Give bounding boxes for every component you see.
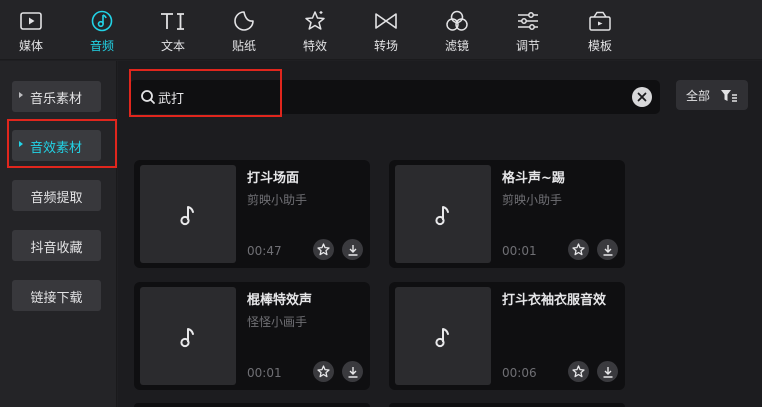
audio-icon — [89, 10, 115, 32]
music-note-icon — [433, 205, 453, 227]
sound-duration: 00:01 — [247, 366, 282, 380]
sidebar-item-label: 链接下载 — [30, 291, 83, 306]
tab-sticker-label: 贴纸 — [231, 39, 256, 53]
sidebar-item-label: 抖音收藏 — [30, 241, 83, 256]
sound-thumbnail — [395, 165, 491, 263]
sound-card[interactable]: 棍棒特效声 怪怪小画手 00:01 — [134, 282, 370, 390]
sound-card-partial — [134, 403, 370, 407]
tab-media-label: 媒体 — [18, 39, 43, 53]
sound-duration: 00:06 — [502, 366, 537, 380]
clear-search-icon[interactable] — [632, 87, 652, 107]
music-note-icon — [178, 327, 198, 349]
expand-triangle-icon — [19, 92, 23, 98]
tab-adjust[interactable]: 调节 — [497, 0, 559, 60]
sound-card[interactable]: 打斗场面 剪映小助手 00:47 — [134, 160, 370, 268]
text-icon — [160, 10, 186, 32]
filter-label: 全部 — [686, 89, 711, 103]
favorite-star-icon[interactable] — [568, 361, 589, 382]
music-note-icon — [178, 205, 198, 227]
tab-filter-label: 滤镜 — [444, 39, 469, 53]
sound-thumbnail — [395, 287, 491, 385]
download-icon[interactable] — [342, 239, 363, 260]
tab-text[interactable]: 文本 — [142, 0, 204, 60]
sticker-icon — [231, 10, 257, 32]
sidebar-item-sound-effects[interactable]: 音效素材 — [12, 130, 101, 161]
search-input[interactable] — [158, 86, 628, 108]
sidebar-item-link-download[interactable]: 链接下载 — [12, 280, 101, 311]
tab-template-label: 模板 — [587, 39, 612, 53]
sidebar-item-douyin-favorites[interactable]: 抖音收藏 — [12, 230, 101, 261]
sound-card[interactable]: 格斗声~踢 剪映小助手 00:01 — [389, 160, 625, 268]
filter-dropdown[interactable]: 全部 — [676, 80, 748, 110]
favorite-star-icon[interactable] — [313, 239, 334, 260]
sidebar-item-label: 音乐素材 — [30, 92, 83, 107]
tab-media[interactable]: 媒体 — [0, 0, 62, 60]
sound-thumbnail — [140, 165, 236, 263]
sound-title: 打斗衣袖衣服音效 — [502, 293, 607, 308]
sound-thumbnail — [140, 287, 236, 385]
sidebar-item-audio-extract[interactable]: 音频提取 — [12, 180, 101, 211]
template-icon — [587, 10, 613, 32]
filter-icon — [720, 88, 738, 102]
download-icon[interactable] — [597, 361, 618, 382]
download-icon[interactable] — [597, 239, 618, 260]
tab-effects-label: 特效 — [302, 39, 327, 53]
adjust-icon — [515, 10, 541, 32]
tab-transition[interactable]: 转场 — [355, 0, 417, 60]
main-panel: 全部 打斗场面 剪映小助手 00:47 格斗声~踢 剪映小助手 00:01 — [118, 61, 762, 407]
favorite-star-icon[interactable] — [313, 361, 334, 382]
sound-title: 格斗声~踢 — [502, 171, 565, 186]
sound-title: 棍棒特效声 — [247, 293, 313, 308]
search-bar — [130, 80, 660, 114]
tab-audio[interactable]: 音频 — [71, 0, 133, 60]
favorite-star-icon[interactable] — [568, 239, 589, 260]
sound-duration: 00:01 — [502, 244, 537, 258]
tab-sticker[interactable]: 贴纸 — [213, 0, 275, 60]
sidebar-item-label: 音效素材 — [30, 141, 83, 156]
transition-icon — [373, 10, 399, 32]
music-note-icon — [433, 327, 453, 349]
download-icon[interactable] — [342, 361, 363, 382]
tab-text-label: 文本 — [160, 39, 185, 53]
tab-audio-label: 音频 — [89, 39, 114, 53]
search-icon — [140, 89, 156, 105]
sound-author: 剪映小助手 — [247, 193, 308, 207]
sound-card[interactable]: 打斗衣袖衣服音效 00:06 — [389, 282, 625, 390]
tab-effects[interactable]: 特效 — [284, 0, 346, 60]
effects-icon — [302, 10, 328, 32]
top-toolbar: 媒体 音频 文本 贴纸 特效 转场 滤镜 调节 模板 — [0, 0, 762, 60]
tab-transition-label: 转场 — [373, 39, 398, 53]
filter-icon — [444, 10, 470, 32]
sound-duration: 00:47 — [247, 244, 282, 258]
sound-title: 打斗场面 — [247, 171, 300, 186]
sound-author: 剪映小助手 — [502, 193, 563, 207]
sidebar: 音乐素材 音效素材 音频提取 抖音收藏 链接下载 — [0, 61, 117, 407]
sidebar-item-music[interactable]: 音乐素材 — [12, 81, 101, 112]
media-icon — [18, 10, 44, 32]
tab-adjust-label: 调节 — [515, 39, 540, 53]
tab-template[interactable]: 模板 — [569, 0, 631, 60]
expand-triangle-icon — [19, 141, 23, 147]
sidebar-item-label: 音频提取 — [30, 191, 83, 206]
sound-card-partial — [389, 403, 625, 407]
sound-author: 怪怪小画手 — [247, 315, 308, 329]
tab-filter[interactable]: 滤镜 — [426, 0, 488, 60]
